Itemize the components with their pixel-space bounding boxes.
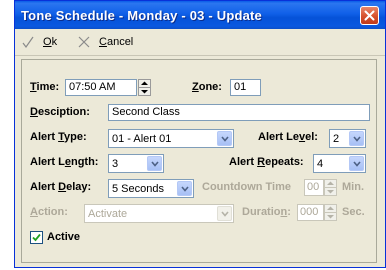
spin-down — [325, 188, 336, 195]
title-bar[interactable]: Tone Schedule - Monday - 03 - Update — [15, 1, 385, 29]
description-label: Desciption: — [30, 106, 90, 118]
alert-repeats-label: Alert Repeats: — [229, 156, 304, 168]
arrow-up-icon — [327, 181, 334, 185]
alert-delay-value: 5 Seconds — [112, 183, 164, 195]
ok-label: Ok — [43, 36, 58, 48]
dropdown-button — [217, 206, 232, 221]
spin-up — [325, 205, 336, 213]
time-label: Time: — [30, 81, 60, 93]
spin-down[interactable] — [139, 88, 150, 95]
spin-up — [325, 180, 336, 188]
alert-type-select[interactable]: 01 - Alert 01 — [108, 129, 234, 148]
zone-input[interactable]: 01 — [230, 79, 261, 96]
chevron-down-icon — [221, 136, 229, 142]
close-icon — [364, 10, 375, 21]
checkmark-icon — [32, 233, 41, 242]
time-input[interactable]: 07:50 AM — [65, 79, 137, 96]
alert-delay-select[interactable]: 5 Seconds — [108, 179, 194, 198]
active-checkbox[interactable] — [30, 231, 43, 244]
alert-level-label: Alert Level: — [258, 131, 318, 143]
checkmark-icon — [22, 36, 34, 49]
spin-up[interactable] — [139, 80, 150, 88]
cancel-x-icon — [78, 36, 90, 48]
alert-repeats-value: 4 — [317, 158, 324, 170]
chevron-down-icon — [353, 136, 361, 142]
duration-label: Duration: — [242, 206, 291, 218]
countdown-time-input: 00 — [304, 179, 324, 196]
arrow-up-icon — [141, 81, 148, 85]
ok-button[interactable]: Ok — [21, 34, 57, 50]
arrow-down-icon — [327, 215, 334, 219]
alert-delay-label: Alert Delay: — [30, 181, 92, 193]
zone-label: Zone: — [192, 81, 222, 93]
toolbar: Ok Cancel — [15, 29, 385, 56]
arrow-down-icon — [141, 90, 148, 94]
arrow-down-icon — [327, 190, 334, 194]
action-select: Activate — [84, 204, 234, 223]
form-panel: Time: 07:50 AM Zone: 01 Desciption: Seco… — [21, 59, 377, 263]
dropdown-button[interactable] — [147, 156, 162, 171]
duration-unit: Sec. — [342, 206, 365, 218]
chevron-down-icon — [181, 186, 189, 192]
tone-schedule-window: Tone Schedule - Monday - 03 - Update Ok … — [14, 0, 386, 268]
alert-length-select[interactable]: 3 — [108, 154, 164, 173]
alert-level-select[interactable]: 2 — [329, 129, 366, 148]
action-label: Action: — [30, 206, 68, 218]
countdown-time-unit: Min. — [342, 181, 364, 193]
alert-repeats-select[interactable]: 4 — [313, 154, 366, 173]
chevron-down-icon — [353, 161, 361, 167]
dropdown-button[interactable] — [349, 131, 364, 146]
dropdown-button[interactable] — [177, 181, 192, 196]
duration-spinner — [324, 204, 337, 221]
countdown-time-spinner — [324, 179, 337, 196]
window-title: Tone Schedule - Monday - 03 - Update — [21, 8, 262, 23]
spin-down — [325, 213, 336, 220]
alert-length-value: 3 — [112, 158, 119, 170]
alert-length-label: Alert Length: — [30, 156, 99, 168]
dropdown-button[interactable] — [217, 131, 232, 146]
alert-type-label: Alert Type: — [30, 131, 87, 143]
arrow-up-icon — [327, 206, 334, 210]
close-button[interactable] — [360, 6, 379, 25]
action-value: Activate — [88, 208, 128, 220]
cancel-button[interactable]: Cancel — [77, 34, 133, 50]
active-label: Active — [47, 231, 81, 243]
description-input[interactable]: Second Class — [108, 104, 370, 121]
cancel-label: Cancel — [99, 36, 134, 48]
alert-level-value: 2 — [333, 133, 340, 145]
chevron-down-icon — [151, 161, 159, 167]
chevron-down-icon — [221, 211, 229, 217]
alert-type-value: 01 - Alert 01 — [112, 133, 172, 145]
duration-input: 000 — [297, 204, 324, 221]
countdown-time-label: Countdown Time — [202, 181, 292, 193]
dropdown-button[interactable] — [349, 156, 364, 171]
time-spinner[interactable] — [138, 79, 151, 96]
